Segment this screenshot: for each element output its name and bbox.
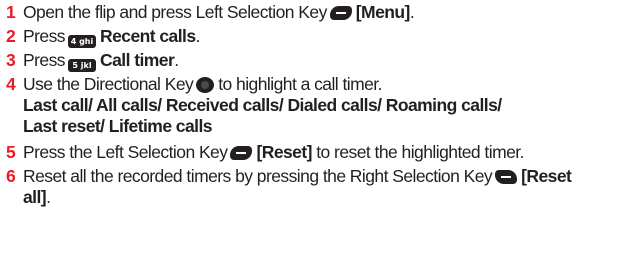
reset-label: [Reset]: [256, 142, 312, 162]
step-5: 5 Press the Left Selection Key [Reset] to …: [6, 142, 628, 163]
step-number: 1: [6, 2, 16, 22]
step-4: 4 Use the Directional Key to highlight a c…: [6, 74, 628, 95]
step-number: 2: [6, 26, 16, 46]
timer-options-line-1: Last call/ All calls/ Received calls/ Di…: [23, 95, 502, 115]
step-2: 2 Press 4 ghi Recent calls.: [6, 26, 628, 48]
key-4-icon: 4 ghi: [67, 35, 96, 48]
step-tail: .: [174, 50, 179, 70]
step-number: 6: [6, 166, 16, 186]
step-number: 5: [6, 142, 16, 162]
right-selection-key-icon: [495, 170, 518, 184]
call-timer-label: Call timer: [99, 50, 175, 70]
step-text: Reset all the recorded timers by pressin…: [23, 166, 493, 186]
step-6: 6 Reset all the recorded timers by pressi…: [6, 166, 628, 187]
step-1: 1 Open the flip and press Left Selection …: [6, 2, 628, 23]
directional-key-icon: [196, 77, 215, 93]
step-6-continuation: all].: [23, 187, 51, 208]
step-tail: .: [409, 2, 415, 22]
instruction-document: 1 Open the flip and press Left Selection …: [0, 0, 632, 254]
step-number: 4: [6, 74, 16, 94]
menu-label: [Menu]: [355, 2, 411, 22]
step-text-end: to highlight a call timer.: [218, 74, 382, 94]
step-tail: to reset the highlighted timer.: [316, 142, 524, 162]
left-selection-key-icon: [329, 6, 352, 20]
key-5-icon: 5 jkl: [67, 59, 96, 72]
step-text: Press: [23, 50, 66, 70]
recent-calls-label: Recent calls: [99, 26, 196, 46]
left-selection-key-icon: [230, 146, 253, 160]
timer-options-line-2: Last reset/ Lifetime calls: [23, 116, 213, 136]
step-text: Press the Left Selection Key: [23, 142, 228, 162]
step-tail: .: [195, 26, 201, 46]
step-3: 3 Press 5 jkl Call timer.: [6, 50, 628, 72]
step-tail: .: [46, 187, 51, 207]
step-text: Press: [23, 26, 66, 46]
reset-all-label: [Reset: [521, 166, 572, 186]
step-number: 3: [6, 50, 16, 70]
reset-all-label-end: all]: [23, 187, 47, 207]
step-text: Use the Directional Key: [23, 74, 194, 94]
step-text: Open the flip and press Left Selection K…: [23, 2, 327, 22]
